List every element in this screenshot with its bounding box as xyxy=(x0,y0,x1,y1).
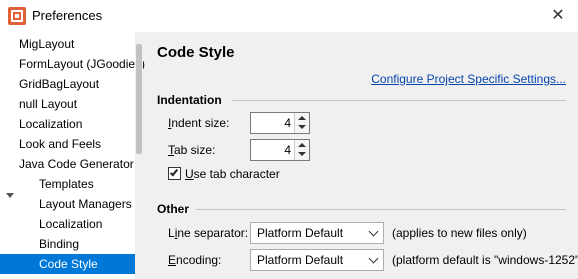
configure-project-settings-link[interactable]: Configure Project Specific Settings... xyxy=(371,72,566,86)
page-title: Code Style xyxy=(157,44,235,61)
app-icon xyxy=(8,7,26,25)
close-button[interactable]: ✕ xyxy=(546,5,570,27)
line-separator-value: Platform Default xyxy=(257,226,344,240)
indent-size-spinner[interactable]: 4 xyxy=(250,112,310,134)
scrollbar-thumb[interactable] xyxy=(136,44,142,154)
encoding-hint: (platform default is "windows-1252") xyxy=(392,253,578,267)
tree-item-gridbaglayout[interactable]: GridBagLayout xyxy=(19,74,154,94)
line-separator-label: Line separator: xyxy=(168,226,249,240)
tab-size-value[interactable]: 4 xyxy=(284,143,291,157)
tab-size-label: Tab size: xyxy=(168,143,216,157)
indent-size-label: Indent size: xyxy=(168,116,230,130)
line-separator-select[interactable]: Platform Default xyxy=(250,222,384,244)
encoding-value: Platform Default xyxy=(257,253,344,267)
use-tab-label[interactable]: Use tab character xyxy=(185,167,280,181)
preferences-tree: MigLayout FormLayout (JGoodies) GridBagL… xyxy=(0,32,145,279)
chevron-down-icon[interactable] xyxy=(6,193,14,198)
tree-item-generator-localization[interactable]: Localization xyxy=(39,214,135,234)
spin-up-icon[interactable] xyxy=(298,116,306,120)
line-separator-hint: (applies to new files only) xyxy=(392,226,527,240)
other-section-title: Other xyxy=(157,202,190,216)
tree-item-miglayout[interactable]: MigLayout xyxy=(19,34,154,54)
tree-item-look-and-feels[interactable]: Look and Feels xyxy=(19,134,154,154)
tree-item-localization[interactable]: Localization xyxy=(19,114,154,134)
spin-down-icon[interactable] xyxy=(298,125,306,129)
sidebar-scrollbar[interactable] xyxy=(135,32,143,279)
tree-item-null-layout[interactable]: null Layout xyxy=(19,94,154,114)
section-divider xyxy=(196,209,566,210)
use-tab-checkbox[interactable] xyxy=(168,167,181,180)
tree-item-formlayout[interactable]: FormLayout (JGoodies) xyxy=(19,54,154,74)
indentation-section-title: Indentation xyxy=(157,93,222,107)
title-bar: Preferences ✕ xyxy=(0,0,578,32)
tree-item-binding[interactable]: Binding xyxy=(39,234,135,254)
tree-item-code-style[interactable]: Code Style xyxy=(0,254,135,274)
chevron-down-icon xyxy=(368,253,379,264)
checkmark-icon xyxy=(169,167,179,177)
tree-item-layout-managers[interactable]: Layout Managers xyxy=(39,194,135,214)
section-divider xyxy=(232,100,566,101)
tree-item-java-code-generator[interactable]: Java Code Generator xyxy=(19,154,154,174)
encoding-label: Encoding: xyxy=(168,253,222,267)
tab-size-spinner[interactable]: 4 xyxy=(250,139,310,161)
spin-up-icon[interactable] xyxy=(298,143,306,147)
chevron-down-icon xyxy=(368,226,379,237)
spin-down-icon[interactable] xyxy=(298,152,306,156)
tree-item-templates[interactable]: Templates xyxy=(39,174,135,194)
indent-size-value[interactable]: 4 xyxy=(284,116,291,130)
window-title: Preferences xyxy=(32,8,103,23)
code-style-panel: Code Style Configure Project Specific Se… xyxy=(144,32,578,279)
encoding-select[interactable]: Platform Default xyxy=(250,249,384,271)
